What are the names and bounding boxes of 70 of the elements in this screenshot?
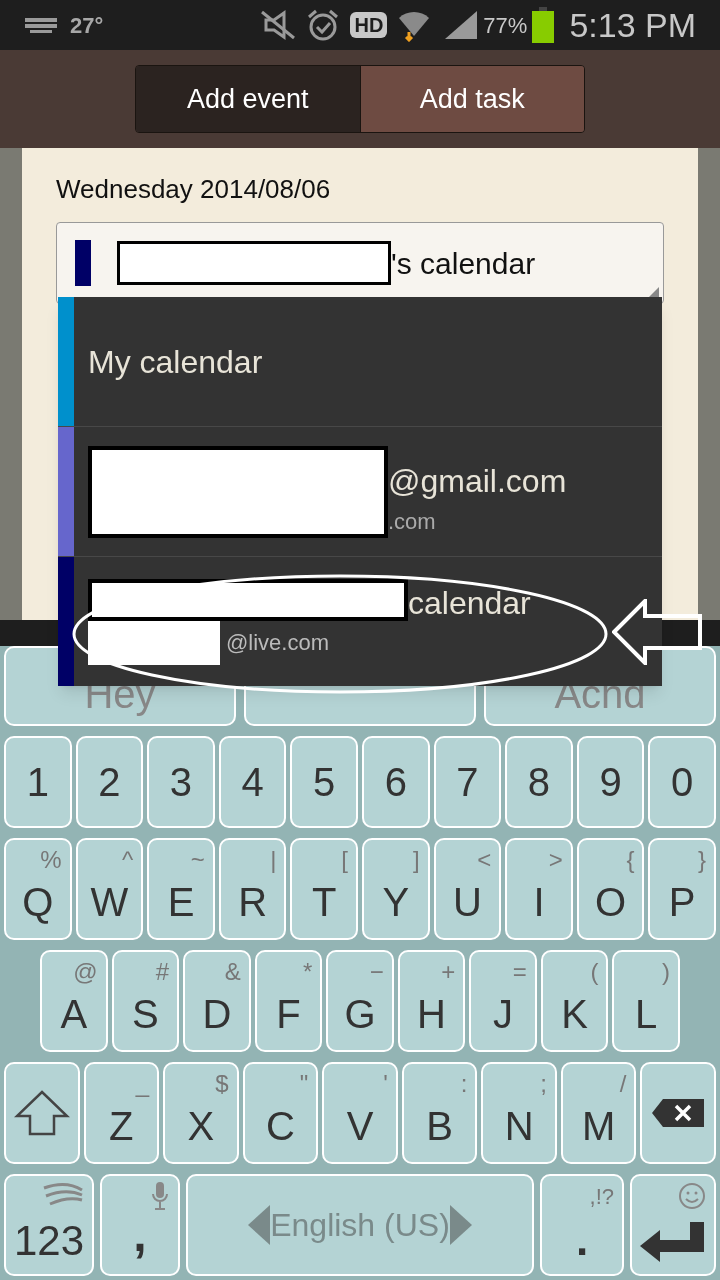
- number-key[interactable]: 0: [648, 736, 716, 828]
- left-triangle-icon: [248, 1205, 271, 1245]
- letter-key[interactable]: ; N: [481, 1062, 557, 1164]
- account-text: .com: [388, 507, 437, 536]
- right-triangle-icon: [449, 1205, 472, 1245]
- letter-key[interactable]: − G: [326, 950, 394, 1052]
- tab[interactable]: Add task: [359, 66, 584, 132]
- calendar-option[interactable]: @gmail.com .com: [58, 426, 662, 556]
- keyboard-icon: [24, 16, 58, 34]
- battery-percent: 77%: [483, 11, 528, 40]
- number-key[interactable]: 7: [433, 736, 502, 828]
- letter-key[interactable]: ' V: [322, 1062, 398, 1164]
- backspace-icon: [651, 1098, 706, 1128]
- calendar-option-name: calendar: [408, 584, 531, 621]
- letter-key[interactable]: # S: [111, 950, 180, 1052]
- letter-key[interactable]: ] Y: [362, 838, 430, 940]
- letter-key[interactable]: ^ W: [75, 838, 144, 940]
- letter-key[interactable]: % Q: [4, 838, 72, 940]
- backspace-key[interactable]: [640, 1062, 716, 1164]
- letter-key[interactable]: " C: [242, 1062, 319, 1164]
- number-key[interactable]: 1: [4, 736, 72, 828]
- letter-key[interactable]: ) L: [612, 950, 680, 1052]
- letter-key[interactable]: > I: [505, 838, 573, 940]
- calendar-select-field[interactable]: 's calendar: [56, 222, 664, 304]
- number-key[interactable]: 8: [505, 736, 573, 828]
- calendar-option-name: My calendar: [88, 342, 264, 382]
- enter-key[interactable]: [630, 1174, 716, 1276]
- letter-key[interactable]: / M: [560, 1062, 637, 1164]
- tab[interactable]: Add event: [136, 66, 360, 132]
- letter-key[interactable]: $ X: [163, 1062, 239, 1164]
- letter-key[interactable]: @ A: [40, 950, 108, 1052]
- letter-key[interactable]: ~ E: [147, 838, 215, 940]
- calendar-option[interactable]: calendar @live.com: [58, 556, 662, 686]
- letter-key[interactable]: | R: [218, 838, 287, 940]
- alarm-icon: [306, 8, 341, 42]
- comma-key[interactable]: ,: [100, 1174, 180, 1276]
- microphone-icon: [152, 1182, 168, 1210]
- letter-key[interactable]: { O: [576, 838, 645, 940]
- letter-key[interactable]: [ T: [290, 838, 358, 940]
- date-text: Wednesday 2014/08/06: [56, 173, 332, 204]
- letter-key[interactable]: } P: [648, 838, 716, 940]
- calendar-option-name: @gmail.com: [388, 462, 567, 499]
- letter-key[interactable]: < U: [433, 838, 502, 940]
- letter-key[interactable]: + H: [397, 950, 466, 1052]
- enter-arrow-icon: [640, 1222, 706, 1262]
- number-key[interactable]: 3: [147, 736, 215, 828]
- symbols-key[interactable]: 123: [4, 1174, 94, 1276]
- arrow-icon: [612, 599, 702, 665]
- letter-key[interactable]: : B: [401, 1062, 478, 1164]
- shift-arrow-icon: [13, 1089, 70, 1137]
- number-key[interactable]: 6: [362, 736, 430, 828]
- letter-key[interactable]: & D: [183, 950, 251, 1052]
- letter-key[interactable]: * F: [254, 950, 323, 1052]
- clock-text: 5:13 PM: [569, 4, 696, 46]
- calendar-name: 's calendar: [391, 245, 536, 282]
- letter-key[interactable]: = J: [469, 950, 537, 1052]
- signal-icon: [443, 9, 480, 41]
- number-key[interactable]: 5: [290, 736, 358, 828]
- battery-icon: [531, 7, 556, 43]
- number-key[interactable]: 4: [218, 736, 287, 828]
- temperature-text: 27°: [70, 11, 104, 40]
- letter-key[interactable]: ( K: [540, 950, 609, 1052]
- letter-key[interactable]: _ Z: [83, 1062, 160, 1164]
- smiley-icon: [678, 1182, 706, 1210]
- shift-key[interactable]: [4, 1062, 80, 1164]
- number-key[interactable]: 9: [576, 736, 645, 828]
- mute-icon: [260, 10, 297, 40]
- hd-badge: HD: [350, 12, 388, 38]
- period-key[interactable]: ,!? .: [540, 1174, 624, 1276]
- number-key[interactable]: 2: [75, 736, 144, 828]
